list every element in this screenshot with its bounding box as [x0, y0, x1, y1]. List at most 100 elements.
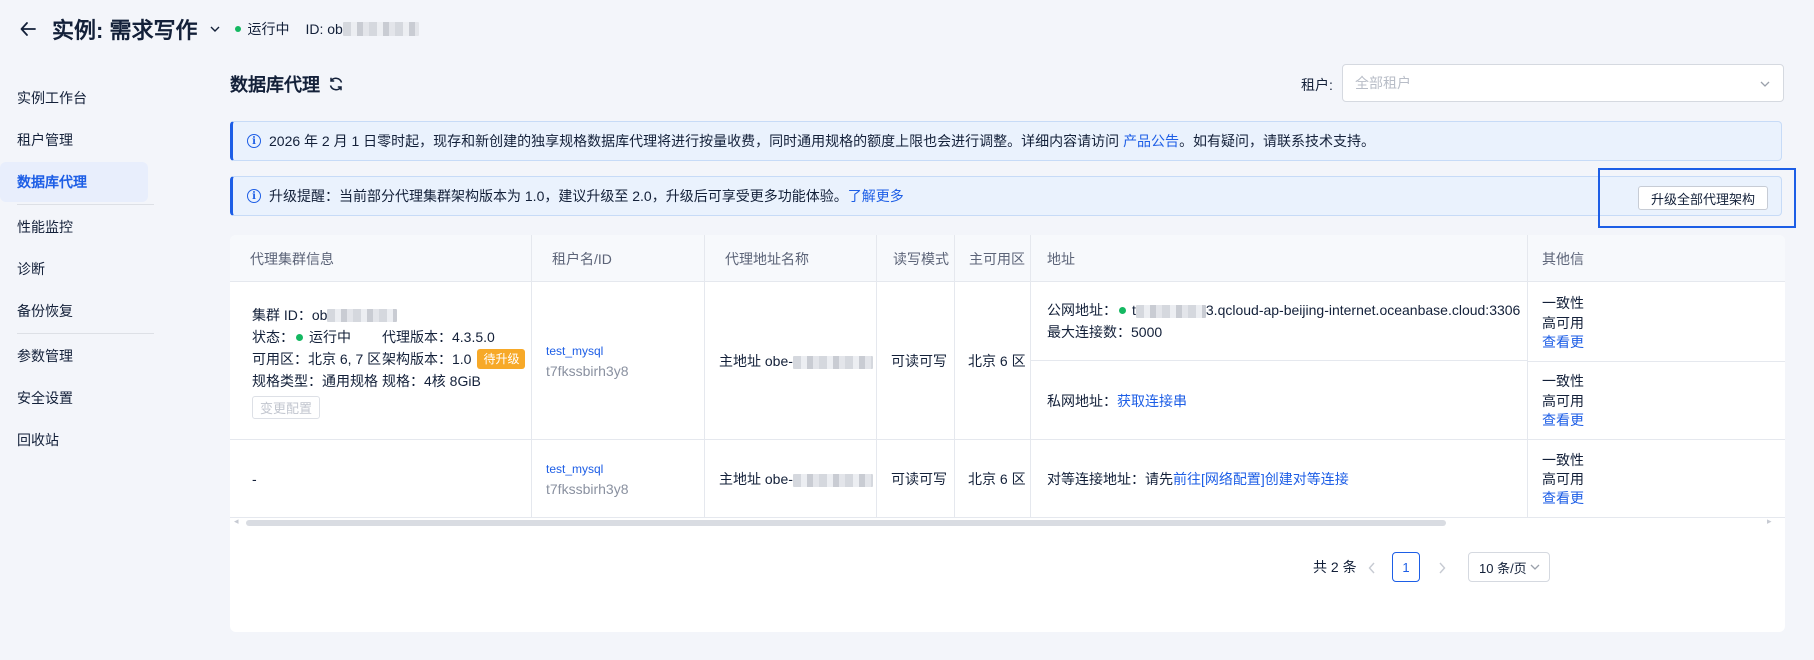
scrollbar-thumb[interactable] [246, 520, 1446, 526]
proxy-table: 代理集群信息 租户名/ID 代理地址名称 读写模式 主可用区 地址 其他信 集群… [230, 235, 1785, 632]
status-dot-icon [1119, 307, 1126, 315]
max-connections: 5000 [1131, 324, 1163, 340]
tenant-id: t7fkssbirh3y8 [546, 481, 629, 497]
view-more-link[interactable]: 查看更 [1542, 332, 1584, 352]
public-address[interactable]: 3.qcloud-ap-beijing-internet.oceanbase.c… [1206, 302, 1520, 318]
sidebar-divider [17, 333, 154, 334]
addr-name-cell: 主地址 obe- [705, 440, 877, 518]
table-row: - test_mysql t7fkssbirh3y8 主地址 obe- 可读可写… [230, 440, 1785, 518]
upgrade-highlight-box: 升级全部代理架构 [1598, 168, 1796, 228]
tenant-filter-label: 租户: [1301, 77, 1333, 93]
other-info-cell: 一致性 高可用 查看更 [1528, 440, 1785, 518]
sidebar-item-security[interactable]: 安全设置 [0, 378, 148, 418]
status-dot-icon [235, 26, 242, 32]
info-icon: i [247, 189, 261, 203]
sidebar-item-diagnosis[interactable]: 诊断 [0, 249, 148, 289]
public-address-line: 公网地址： t 3.qcloud-ap-beijing-internet.ocean… [1047, 302, 1521, 318]
sidebar-divider [17, 204, 154, 205]
view-more-link[interactable]: 查看更 [1542, 410, 1584, 430]
cluster-info-cell: 集群 ID：ob 状态： 运行中 代理版本：4.3.5.0 可用区：北京 6, 7… [230, 282, 532, 440]
upgrade-alert-text: 升级提醒：当前部分代理集群架构版本为 1.0，建议升级至 2.0，升级后可享受更… [269, 188, 848, 204]
sidebar-item-db-proxy[interactable]: 数据库代理 [0, 162, 148, 202]
cluster-info-cell: - [230, 440, 532, 518]
tenant-filter-select[interactable]: 全部租户 [1342, 64, 1784, 102]
upgrade-all-proxy-button[interactable]: 升级全部代理架构 [1638, 186, 1768, 210]
sidebar-item-monitoring[interactable]: 性能监控 [0, 207, 148, 247]
tenant-name-link[interactable]: test_mysql [546, 341, 704, 361]
table-header: 代理集群信息 租户名/ID 代理地址名称 读写模式 主可用区 地址 其他信 [230, 235, 1785, 282]
page-title-row: 数据库代理 租户: 全部租户 [230, 58, 1785, 110]
get-connection-string-link[interactable]: 获取连接串 [1117, 393, 1187, 409]
other-info-cell: 一致性 高可用 查看更 一致性 高可用 查看更 [1528, 282, 1785, 440]
status-dot-icon [296, 333, 303, 341]
consistency-label: 一致性 [1542, 373, 1584, 389]
primary-zone-cell: 北京 6 区 [955, 440, 1031, 518]
sidebar-item-tenants[interactable]: 租户管理 [0, 120, 148, 160]
col-tenant: 租户名/ID [532, 235, 705, 282]
view-more-link[interactable]: 查看更 [1542, 488, 1785, 508]
rw-mode-cell: 可读可写 [877, 440, 955, 518]
rw-mode: 可读可写 [891, 353, 947, 369]
tenant-cell: test_mysql t7fkssbirh3y8 [532, 282, 705, 440]
instance-id: ID: ob [305, 21, 419, 37]
page-number-button[interactable]: 1 [1392, 552, 1420, 582]
learn-more-link[interactable]: 了解更多 [848, 186, 904, 206]
proxy-addr-name: 主地址 obe- [719, 471, 793, 487]
pending-upgrade-badge: 待升级 [477, 348, 526, 369]
sidebar-item-parameters[interactable]: 参数管理 [0, 336, 148, 376]
redacted-mosaic [342, 22, 419, 36]
cluster-spec-line: 规格类型：通用规格 规格：4核 8GiB [252, 372, 481, 389]
main-content: 数据库代理 租户: 全部租户 i 2026 年 2 月 1 日零时起，现存和新创… [230, 58, 1796, 632]
page-size-value: 10 条/页 [1479, 560, 1527, 576]
chevron-down-icon [1529, 561, 1541, 576]
sidebar-item-recycle-bin[interactable]: 回收站 [0, 420, 148, 460]
billing-notice-text: 2026 年 2 月 1 日零时起，现存和新创建的独享规格数据库代理将进行按量收… [269, 133, 1120, 149]
sidebar-item-backup[interactable]: 备份恢复 [0, 291, 148, 331]
cluster-id: 集群 ID：ob [252, 304, 531, 326]
primary-zone: 北京 6 区 [968, 353, 1026, 369]
prev-page-icon[interactable] [1366, 561, 1378, 575]
col-rw-mode: 读写模式 [877, 235, 955, 282]
primary-zone: 北京 6 区 [968, 471, 1026, 487]
billing-notice: i 2026 年 2 月 1 日零时起，现存和新创建的独享规格数据库代理将进行按… [230, 121, 1782, 161]
scroll-right-icon[interactable]: ▸ [1767, 516, 1772, 527]
redacted-mosaic [792, 355, 873, 369]
create-peering-link[interactable]: 前往[网络配置]创建对等连接 [1173, 471, 1349, 487]
address-cell: 公网地址： t 3.qcloud-ap-beijing-internet.ocean… [1031, 282, 1528, 440]
top-bar: 实例: 需求写作 运行中 ID: ob [0, 0, 1814, 58]
col-other: 其他信 [1542, 250, 1584, 267]
address-cell: 对等连接地址：请先前往[网络配置]创建对等连接 [1031, 440, 1528, 518]
scroll-left-icon[interactable]: ◂ [234, 516, 239, 527]
instance-status: 运行中 [247, 21, 290, 37]
product-announcement-link[interactable]: 产品公告 [1123, 131, 1179, 151]
table-row: 集群 ID：ob 状态： 运行中 代理版本：4.3.5.0 可用区：北京 6, 7… [230, 282, 1785, 440]
proxy-addr-name: 主地址 obe- [719, 353, 793, 369]
tenant-filter-placeholder: 全部租户 [1355, 75, 1411, 91]
next-page-icon[interactable] [1436, 561, 1448, 575]
horizontal-scrollbar[interactable]: ◂ ▸ [230, 516, 1785, 527]
billing-notice-suffix: 。如有疑问，请联系技术支持。 [1179, 133, 1376, 149]
redacted-mosaic [792, 473, 873, 487]
pagination-total: 共 2 条 [1313, 559, 1357, 575]
page-size-select[interactable]: 10 条/页 [1468, 552, 1550, 582]
tenant-id: t7fkssbirh3y8 [546, 363, 629, 379]
col-cluster-info: 代理集群信息 [230, 235, 532, 282]
chevron-down-icon[interactable] [207, 21, 223, 37]
instance-title: 实例: 需求写作 [52, 18, 198, 43]
cluster-status-line: 状态： 运行中 代理版本：4.3.5.0 [252, 328, 495, 345]
info-icon: i [247, 134, 261, 148]
rw-mode-cell: 可读可写 [877, 282, 955, 440]
tenant-name-link[interactable]: test_mysql [546, 459, 704, 479]
instance-id-label: ID: ob [305, 21, 343, 37]
refresh-icon[interactable] [328, 75, 346, 93]
tenant-cell: test_mysql t7fkssbirh3y8 [532, 440, 705, 518]
sidebar: 实例工作台 租户管理 数据库代理 性能监控 诊断 备份恢复 参数管理 安全设置 … [0, 76, 160, 462]
private-address-block: 私网地址：获取连接串 [1047, 392, 1187, 409]
consistency-label: 一致性 [1542, 452, 1584, 468]
col-addr-name: 代理地址名称 [705, 235, 877, 282]
back-arrow-icon[interactable] [16, 17, 40, 41]
addr-name-cell: 主地址 obe- [705, 282, 877, 440]
ha-label: 高可用 [1542, 471, 1584, 487]
change-config-button[interactable]: 变更配置 [252, 395, 321, 419]
sidebar-item-workbench[interactable]: 实例工作台 [0, 78, 148, 118]
